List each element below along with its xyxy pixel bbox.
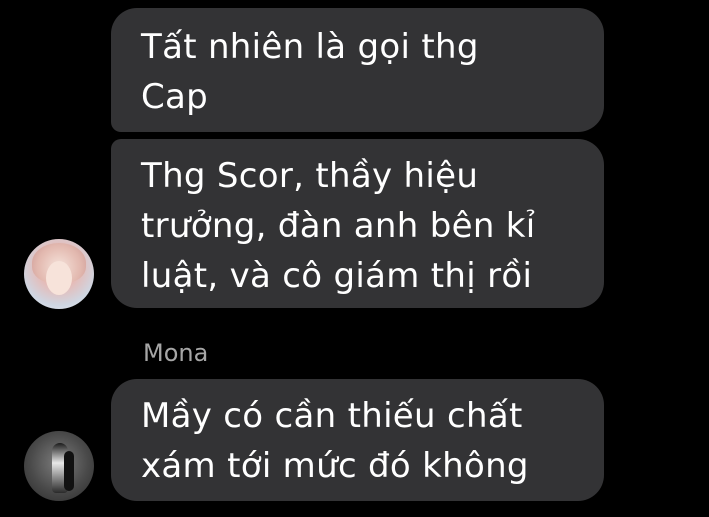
message-bubble[interactable]: Thg Scor, thầy hiệu trưởng, đàn anh bên … (111, 139, 604, 308)
message-text-line: Thg Scor, thầy hiệu (141, 156, 479, 196)
sender-name: Mona (143, 339, 209, 367)
message-text-line: Cap (141, 77, 209, 117)
avatar-photo-figure (64, 451, 74, 491)
message-bubble[interactable]: Mầy có cần thiếu chất xám tới mức đó khô… (111, 379, 604, 501)
message-bubble[interactable]: Tất nhiên là gọi thg Cap (111, 8, 604, 132)
message-text-line: xám tới mức đó không (141, 446, 529, 486)
message-text-line: trưởng, đàn anh bên kỉ (141, 206, 536, 246)
avatar[interactable] (24, 431, 94, 501)
avatar[interactable] (24, 239, 94, 309)
message-text-line: Tất nhiên là gọi thg (141, 27, 479, 67)
message-text-line: Mầy có cần thiếu chất (141, 396, 523, 436)
avatar-photo-face (46, 261, 72, 295)
message-text-line: luật, và cô giám thị rồi (141, 256, 533, 296)
